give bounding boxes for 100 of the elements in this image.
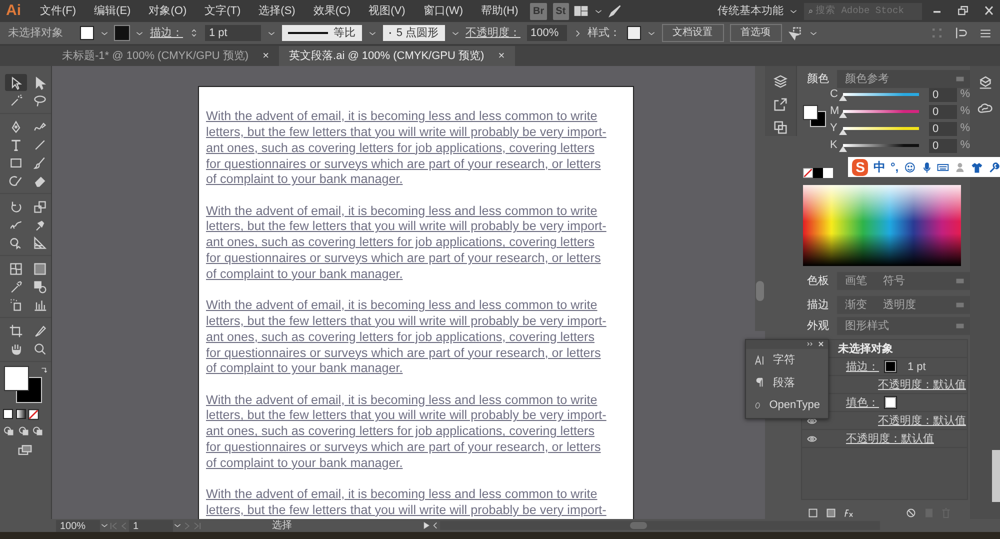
menu-item[interactable]: 编辑(E) xyxy=(85,2,140,20)
appearance-label[interactable]: 填色： xyxy=(846,394,879,412)
quick-swatch[interactable] xyxy=(813,168,823,178)
channel-value-field[interactable]: 0 xyxy=(929,104,958,118)
menu-item[interactable]: 窗口(W) xyxy=(414,2,472,20)
close-icon[interactable] xyxy=(817,340,825,348)
workspace-switcher[interactable]: 传统基本功能 xyxy=(718,2,784,20)
fill-swatch[interactable] xyxy=(80,26,94,40)
stroke-weight-field[interactable]: 1 pt xyxy=(205,25,261,41)
style-swatch[interactable] xyxy=(626,26,640,40)
panel-tab[interactable]: 颜色 xyxy=(799,70,837,88)
menu-item[interactable]: 文件(F) xyxy=(31,2,86,20)
slider-thumb[interactable] xyxy=(838,146,847,152)
fill-stroke-swatches[interactable] xyxy=(802,104,827,128)
channel-value-field[interactable]: 0 xyxy=(929,88,958,102)
smiley-icon[interactable] xyxy=(904,160,916,174)
vertical-scrollbar[interactable] xyxy=(755,66,765,331)
collapse-icon[interactable] xyxy=(806,340,814,348)
shirt-icon[interactable] xyxy=(971,160,984,174)
opacity-setting[interactable]: 不透明度：默认值 xyxy=(846,430,934,448)
grid-dots-icon[interactable] xyxy=(931,27,943,39)
fill-swatch[interactable] xyxy=(885,397,896,408)
color-spectrum[interactable] xyxy=(803,185,961,266)
panel-list-item[interactable]: 字符 xyxy=(746,349,828,372)
list-menu-icon[interactable] xyxy=(979,26,992,40)
scroll-thumb[interactable] xyxy=(630,522,647,529)
channel-value-field[interactable]: 0 xyxy=(929,122,958,136)
wrench-icon[interactable] xyxy=(988,160,1000,174)
slider-thumb[interactable] xyxy=(838,128,847,134)
transform-icon[interactable] xyxy=(788,26,802,40)
appearance-label[interactable]: 描边： xyxy=(846,358,879,376)
panel-list-item[interactable]: OpenType xyxy=(746,394,828,416)
menu-item[interactable]: 效果(C) xyxy=(304,2,360,20)
panel-tab[interactable]: 图形样式 xyxy=(837,317,897,336)
microphone-icon[interactable] xyxy=(920,160,932,174)
draw-normal-icon[interactable] xyxy=(2,425,15,438)
panel-tab[interactable]: 渐变 xyxy=(837,296,875,314)
horizontal-scrollbar[interactable] xyxy=(440,521,880,530)
menu-item[interactable]: 视图(V) xyxy=(360,2,414,20)
scroll-thumb[interactable] xyxy=(756,281,764,301)
toolbar-button[interactable]: 首选项 xyxy=(730,24,782,42)
paragraph: With the advent of email, it is becoming less and less common to write letters, but the few letters that you will write will probably be very import- ant ones, such as covering letters for job applications, covering letters for questionnaires or surveys which are part of your research, or letters of complaint to your bank manager. xyxy=(206,109,608,188)
none-swatch-icon[interactable] xyxy=(803,168,813,178)
panel-list-item[interactable]: 段落 xyxy=(746,372,828,394)
cloud-icon[interactable] xyxy=(977,101,993,116)
slice-icon xyxy=(33,324,47,338)
panel-tab[interactable]: 描边 xyxy=(799,296,837,314)
stroke-swatch[interactable] xyxy=(885,361,896,372)
no-entry-icon[interactable] xyxy=(905,506,917,519)
ime-logo[interactable]: S xyxy=(852,158,868,176)
stroke-swatch[interactable] xyxy=(115,26,129,40)
panel-tab[interactable]: 外观 xyxy=(799,317,837,336)
page-field[interactable]: 1 xyxy=(129,520,173,532)
panel-tab[interactable]: 色板 xyxy=(799,272,837,290)
gradient-mode-button[interactable] xyxy=(16,408,26,419)
add-stroke-icon[interactable] xyxy=(807,506,819,519)
toolbar-button[interactable]: 文档设置 xyxy=(662,24,724,42)
zoom-field[interactable]: 100% xyxy=(56,520,100,532)
ime-mode[interactable]: 中 xyxy=(873,158,886,176)
tab-close-button[interactable]: × xyxy=(262,46,270,66)
slider-thumb[interactable] xyxy=(838,112,847,118)
ime-punctuation[interactable]: °, xyxy=(890,158,899,176)
none-mode-icon[interactable] xyxy=(28,408,40,420)
screen-mode-icon[interactable] xyxy=(16,443,34,458)
export-icon[interactable] xyxy=(773,97,788,112)
add-fill-icon[interactable] xyxy=(824,506,836,519)
color-mode-button[interactable] xyxy=(2,408,13,419)
align-icon[interactable] xyxy=(954,26,968,40)
brush-dropdown[interactable]: 5 点圆形 xyxy=(382,25,444,41)
slider-thumb[interactable] xyxy=(838,94,847,100)
layers-icon[interactable] xyxy=(773,74,788,89)
eye-icon[interactable] xyxy=(806,434,818,444)
menu-item[interactable]: 帮助(H) xyxy=(472,2,528,20)
panel-tab[interactable]: 画笔 xyxy=(837,272,875,290)
menu-item[interactable]: 对象(O) xyxy=(140,2,196,20)
opacity-setting[interactable]: 不透明度：默认值 xyxy=(878,412,966,430)
quick-swatch[interactable] xyxy=(823,168,833,178)
fx-icon[interactable] xyxy=(842,506,854,519)
selection-arrow-tool[interactable] xyxy=(5,74,27,91)
stroke-profile-dropdown[interactable]: 等比 xyxy=(282,25,362,41)
panel-tab[interactable]: 颜色参考 xyxy=(837,70,897,88)
channel-value-field[interactable]: 0 xyxy=(929,138,958,152)
panel-tab[interactable]: 符号 xyxy=(875,272,913,290)
document-tab[interactable]: 英文段落.ai @ 100% (CMYK/GPU 预览) × xyxy=(279,46,515,66)
draw-inside-icon[interactable] xyxy=(32,425,44,438)
menu-item[interactable]: 文字(T) xyxy=(196,2,250,20)
play-icon[interactable] xyxy=(422,521,431,530)
opacity-field[interactable]: 100% xyxy=(526,25,566,41)
draw-behind-icon[interactable] xyxy=(18,425,30,438)
swap-arrow-icon[interactable] xyxy=(40,366,49,375)
tab-close-button[interactable]: × xyxy=(498,46,505,66)
opacity-setting[interactable]: 不透明度：默认值 xyxy=(878,376,966,394)
artboards-icon[interactable] xyxy=(773,120,788,135)
layout-icon[interactable] xyxy=(574,4,588,18)
library-icon[interactable] xyxy=(978,76,992,91)
panel-tab[interactable]: 透明度 xyxy=(875,296,924,314)
fill-stroke-swatches[interactable] xyxy=(4,366,42,404)
opacity-label[interactable]: 不透明度： xyxy=(466,24,520,42)
menu-item[interactable]: 选择(S) xyxy=(250,2,304,20)
stroke-label[interactable]: 描边： xyxy=(150,24,183,42)
